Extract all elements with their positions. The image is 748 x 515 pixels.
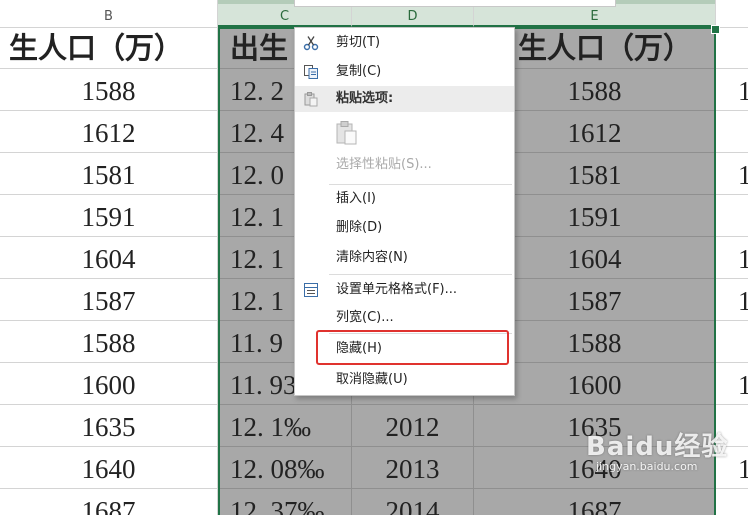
cell-col-b[interactable]: 1588: [0, 69, 218, 111]
mini-toolbar-edge: [294, 0, 616, 7]
cell-col-c[interactable]: 12. 1‰: [218, 405, 352, 447]
cell-col-f[interactable]: [716, 321, 748, 363]
cell-col-b[interactable]: 1612: [0, 111, 218, 153]
format-cells-icon: [303, 282, 319, 298]
cell-col-b[interactable]: 1640: [0, 447, 218, 489]
cell-col-c[interactable]: 12. 08‰: [218, 447, 352, 489]
cell-col-e[interactable]: 1687: [474, 489, 716, 515]
cell-col-d[interactable]: 2012: [352, 405, 474, 447]
context-menu: 剪切(T) 复制(C) 粘贴选项: 选择性粘贴(S)... 插入(I) 删除(D…: [294, 27, 515, 396]
cell-col-b[interactable]: 1635: [0, 405, 218, 447]
column-letter: C: [279, 9, 290, 24]
cell-col-b[interactable]: 1600: [0, 363, 218, 405]
paste-option-button[interactable]: [295, 116, 514, 150]
column-header-f[interactable]: [716, 0, 748, 27]
menu-item-label: 设置单元格格式(F)...: [336, 282, 458, 297]
column-letter: D: [407, 9, 418, 24]
cell-col-d[interactable]: 2013: [352, 447, 474, 489]
cell-col-b[interactable]: 1604: [0, 237, 218, 279]
column-letter: B: [104, 9, 113, 24]
menu-item-insert[interactable]: 插入(I): [295, 186, 514, 212]
table-row: 1687 12. 37‰ 2014 1687: [0, 489, 748, 515]
cell-col-b[interactable]: 1587: [0, 279, 218, 321]
cell-col-f[interactable]: 1: [716, 237, 748, 279]
menu-item-label: 复制(C): [336, 64, 382, 79]
paste-icon: [303, 91, 319, 107]
spreadsheet-window: B C D E 生人口（万）出生生人口（万）158812. 2158811612…: [0, 0, 748, 515]
cell-col-b[interactable]: 1588: [0, 321, 218, 363]
cell-col-f[interactable]: 1: [716, 153, 748, 195]
copy-icon: [303, 64, 319, 80]
cell-col-f[interactable]: [716, 111, 748, 153]
menu-item-paste-special[interactable]: 选择性粘贴(S)...: [295, 152, 514, 178]
menu-item-label: 清除内容(N): [336, 250, 408, 265]
menu-item-label: 取消隐藏(U): [336, 372, 408, 387]
cell-col-b[interactable]: 1687: [0, 489, 218, 515]
table-row: 1635 12. 1‰ 2012 1635: [0, 405, 748, 447]
clipboard-icon: [335, 120, 359, 146]
menu-separator: [329, 274, 512, 275]
menu-item-label: 删除(D): [336, 220, 383, 235]
menu-item-copy[interactable]: 复制(C): [295, 59, 514, 85]
menu-item-label: 选择性粘贴(S)...: [336, 157, 432, 172]
scissors-icon: [303, 35, 319, 51]
cell-col-f[interactable]: 1: [716, 279, 748, 321]
cell-col-f[interactable]: [716, 195, 748, 237]
cell-col-c[interactable]: 12. 37‰: [218, 489, 352, 515]
cell-col-b[interactable]: 1591: [0, 195, 218, 237]
cell-col-f[interactable]: [716, 405, 748, 447]
menu-item-delete[interactable]: 删除(D): [295, 215, 514, 241]
menu-item-cut[interactable]: 剪切(T): [295, 30, 514, 56]
menu-separator: [329, 333, 512, 334]
menu-item-label: 剪切(T): [336, 35, 381, 50]
column-letter: E: [590, 9, 599, 24]
cell-col-f[interactable]: 1: [716, 363, 748, 405]
cell-col-f[interactable]: 1: [716, 447, 748, 489]
menu-item-format-cells[interactable]: 设置单元格格式(F)...: [295, 277, 514, 303]
cell-col-f[interactable]: [716, 27, 748, 69]
menu-group-label: 粘贴选项:: [336, 91, 394, 106]
cell-col-b[interactable]: 生人口（万）: [0, 27, 218, 69]
menu-group-paste-options: 粘贴选项:: [295, 86, 514, 112]
menu-item-label: 插入(I): [336, 191, 376, 206]
menu-item-label: 隐藏(H): [336, 341, 382, 356]
cell-col-e[interactable]: 1635: [474, 405, 716, 447]
menu-separator: [329, 184, 512, 185]
cell-col-e[interactable]: 1640: [474, 447, 716, 489]
menu-item-label: 列宽(C)...: [336, 310, 394, 325]
fill-handle[interactable]: [711, 25, 720, 34]
cell-col-b[interactable]: 1581: [0, 153, 218, 195]
table-row: 164012. 08‰201316401: [0, 447, 748, 489]
column-header-b[interactable]: B: [0, 0, 218, 27]
menu-item-hide[interactable]: 隐藏(H): [295, 336, 514, 362]
cell-col-f[interactable]: [716, 489, 748, 515]
cell-col-f[interactable]: 1: [716, 69, 748, 111]
menu-item-column-width[interactable]: 列宽(C)...: [295, 305, 514, 331]
menu-item-clear-contents[interactable]: 清除内容(N): [295, 245, 514, 271]
menu-item-unhide[interactable]: 取消隐藏(U): [295, 367, 514, 393]
cell-col-d[interactable]: 2014: [352, 489, 474, 515]
